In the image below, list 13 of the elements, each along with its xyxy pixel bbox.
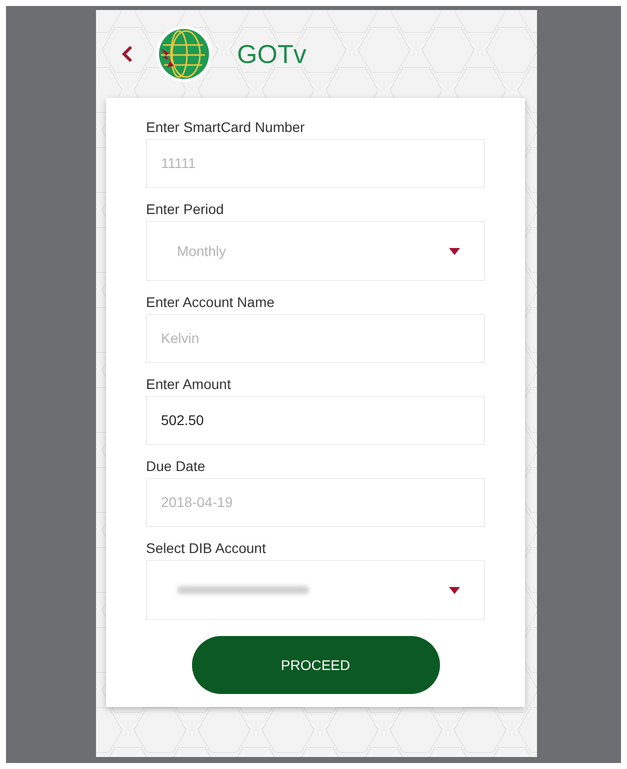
field-label: Enter Period [146,200,225,218]
page-title: GOTv [237,38,306,70]
caret-icon [449,586,460,594]
field-label: Enter SmartCard Number [146,118,306,136]
field-label: Enter Amount [146,375,232,393]
field-label: Enter Account Name [146,293,276,311]
input-field[interactable]: 502.50 [146,396,485,445]
field-label: Due Date [146,457,206,475]
globe-logo-icon [155,25,213,83]
proceed-button[interactable]: PROCEED [192,636,440,694]
back-chevron-icon[interactable] [121,45,133,63]
field-label: Select DIB Account [146,539,267,557]
caret-icon [449,248,460,254]
